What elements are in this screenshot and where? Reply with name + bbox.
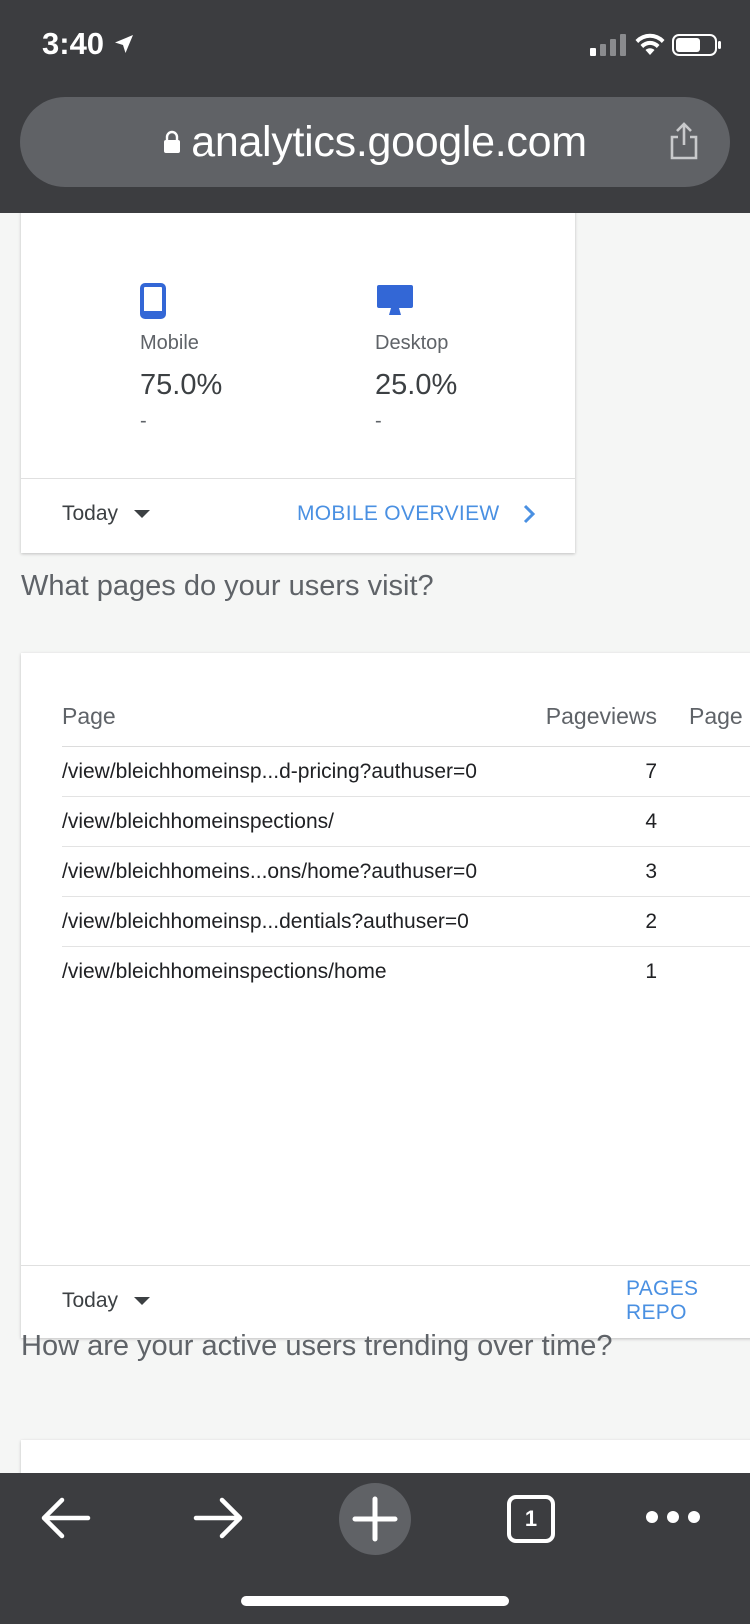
time-label: 3:40 — [42, 26, 105, 61]
column-header-pageviews[interactable]: Pageviews — [537, 703, 657, 730]
device-label: Mobile — [140, 332, 199, 354]
column-header-page-extra[interactable]: Page — [657, 703, 750, 730]
device-category-card: Mobile 75.0% - Desktop 25.0% - Today MOB… — [21, 213, 575, 553]
page-content: Mobile 75.0% - Desktop 25.0% - Today MOB… — [0, 213, 750, 1473]
pageviews-value: 1 — [645, 960, 657, 983]
battery-icon — [672, 34, 721, 56]
device-label: Desktop — [375, 332, 449, 354]
tab-count: 1 — [524, 1506, 538, 1531]
more-options-icon[interactable] — [645, 1509, 701, 1525]
table-row[interactable]: /view/bleichhomeinsp...dentials?authuser… — [62, 897, 750, 947]
mobile-overview-label: MOBILE OVERVIEW — [297, 502, 500, 525]
device-value: 75.0% — [140, 369, 223, 401]
trend-section-title: How are your active users trending over … — [21, 1330, 613, 1362]
lock-icon — [164, 130, 181, 153]
pageviews-value: 2 — [645, 909, 657, 933]
browser-top-chrome: 3:40 analytics.google.com — [0, 0, 750, 213]
wifi-icon — [635, 33, 665, 55]
url-text: analytics.google.com — [191, 117, 587, 166]
device-desktop: Desktop 25.0% - — [375, 283, 457, 433]
new-tab-button[interactable] — [339, 1483, 411, 1555]
device-value: 25.0% — [375, 369, 458, 401]
date-range-label: Today — [62, 502, 119, 525]
dropdown-caret-icon — [134, 510, 151, 518]
pageviews-value: 4 — [645, 809, 657, 833]
active-users-trend-card — [21, 1440, 750, 1473]
column-header-page[interactable]: Page — [62, 703, 537, 730]
table-row[interactable]: /view/bleichhomeinsp...d-pricing?authuse… — [62, 747, 750, 797]
device-mobile: Mobile 75.0% - — [140, 283, 222, 433]
page-path: /view/bleichhomeinspections/home — [62, 960, 387, 983]
dropdown-caret-icon — [134, 1297, 151, 1305]
cellular-signal-icon — [590, 34, 626, 56]
tab-switcher-button[interactable]: 1 — [507, 1495, 555, 1543]
address-bar[interactable]: analytics.google.com — [20, 97, 730, 187]
page-path: /view/bleichhomeins...ons/home?authuser=… — [62, 859, 477, 883]
table-row[interactable]: /view/bleichhomeins...ons/home?authuser=… — [62, 847, 750, 897]
forward-arrow-icon[interactable] — [192, 1493, 246, 1543]
home-indicator[interactable] — [241, 1596, 509, 1606]
pageviews-value: 3 — [645, 859, 657, 883]
device-change: - — [375, 410, 382, 432]
pages-report-label: PAGES REPO — [626, 1277, 699, 1324]
date-range-dropdown[interactable]: Today — [62, 502, 151, 526]
device-change: - — [140, 410, 147, 432]
pages-card: Page Pageviews Page /view/bleichhomeinsp… — [21, 653, 750, 1338]
pageviews-value: 7 — [645, 759, 657, 783]
table-row[interactable]: /view/bleichhomeinspections/ 4 — [62, 797, 750, 847]
card-footer: Today PAGES REPO — [21, 1266, 750, 1336]
browser-bottom-toolbar: 1 — [0, 1473, 750, 1624]
page-path: /view/bleichhomeinspections/ — [62, 809, 334, 833]
page-path: /view/bleichhomeinsp...dentials?authuser… — [62, 909, 469, 933]
date-range-label: Today — [62, 1289, 119, 1312]
date-range-dropdown[interactable]: Today — [62, 1289, 151, 1313]
pages-section-title: What pages do your users visit? — [21, 570, 434, 602]
pages-report-link[interactable]: PAGES REPO — [626, 1277, 750, 1325]
back-arrow-icon[interactable] — [38, 1493, 92, 1543]
chevron-right-icon — [523, 504, 535, 524]
mobile-overview-link[interactable]: MOBILE OVERVIEW — [297, 502, 536, 526]
status-bar-time: 3:40 — [42, 26, 136, 62]
pages-table: Page Pageviews Page /view/bleichhomeinsp… — [62, 687, 750, 997]
phone-icon — [140, 283, 166, 319]
page-path: /view/bleichhomeinsp...d-pricing?authuse… — [62, 759, 477, 783]
table-header: Page Pageviews Page — [62, 687, 750, 747]
table-row[interactable]: /view/bleichhomeinspections/home 1 — [62, 947, 750, 997]
card-footer: Today MOBILE OVERVIEW — [21, 479, 575, 549]
location-arrow-icon — [115, 35, 134, 53]
desktop-icon — [377, 285, 413, 315]
plus-icon — [352, 1496, 398, 1542]
share-icon[interactable] — [668, 121, 700, 161]
